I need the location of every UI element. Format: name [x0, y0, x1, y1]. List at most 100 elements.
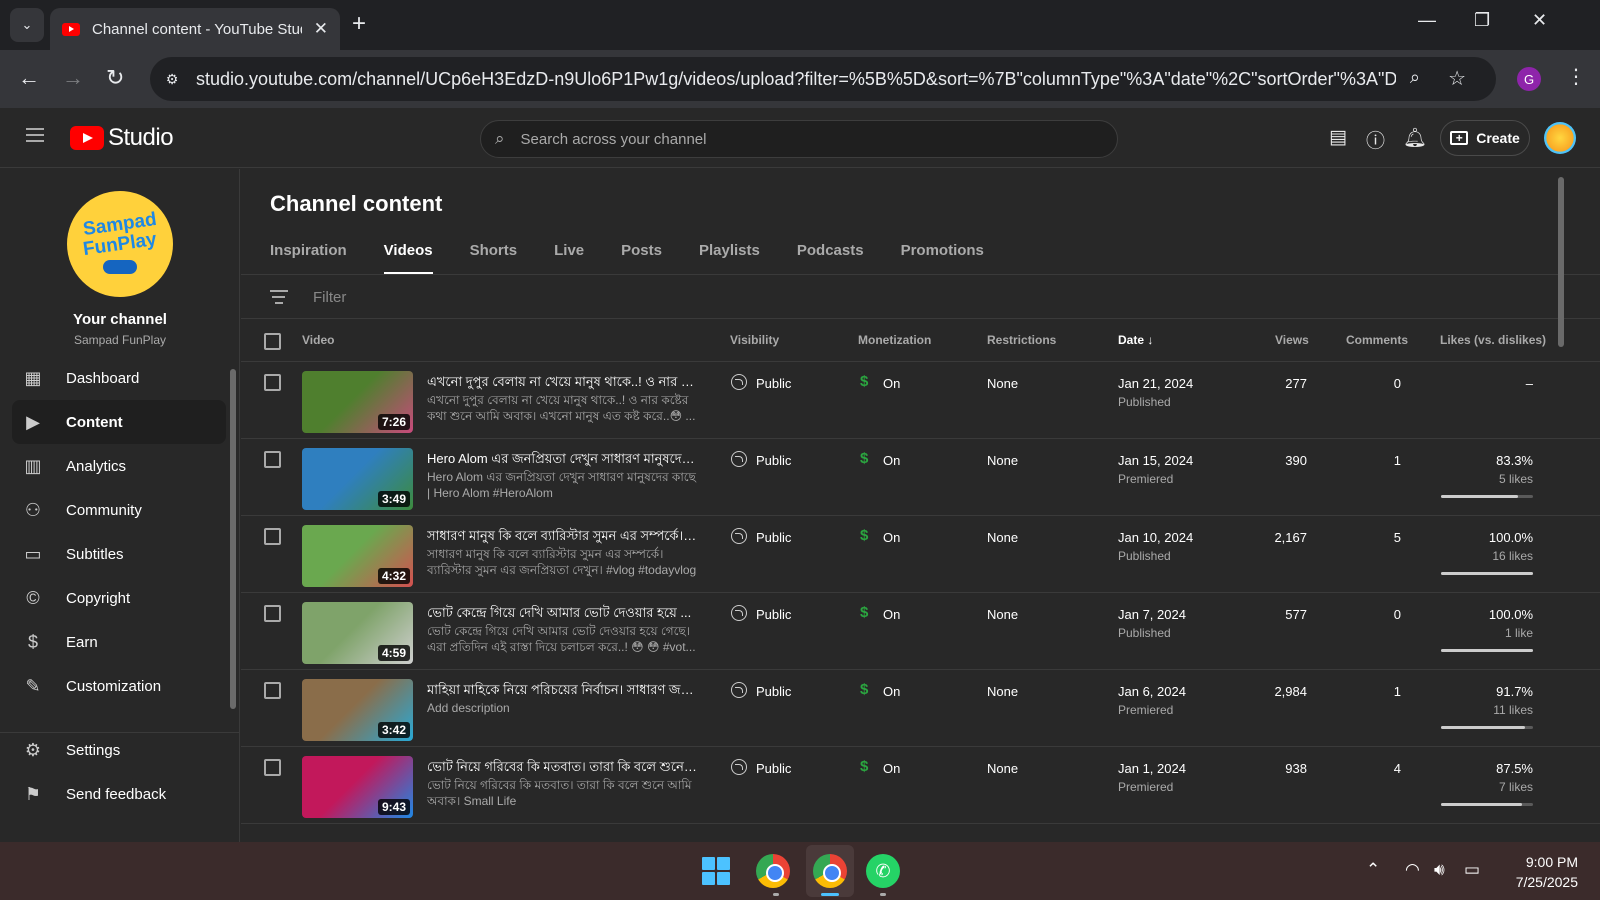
volume-icon[interactable]: 🔊︎	[1434, 860, 1445, 880]
sidebar-item-community[interactable]: ⚇ Community	[12, 488, 226, 532]
table-row[interactable]: 4:32 সাধারণ মানুষ কি বলে ব্যারিস্টার সুমন…	[241, 516, 1600, 593]
tab-videos[interactable]: Videos	[383, 235, 433, 275]
show-hidden-icons-chevron-icon[interactable]: ⌃	[1366, 860, 1380, 880]
studio-logo[interactable]: Studio	[70, 124, 174, 152]
video-thumbnail[interactable]: 7:26	[302, 371, 413, 433]
notifications-bell-icon[interactable]: 🔔︎	[1403, 126, 1427, 150]
sidebar-item-settings[interactable]: ⚙ Settings	[12, 728, 226, 772]
video-thumbnail[interactable]: 4:59	[302, 602, 413, 664]
monetization-value[interactable]: On	[883, 761, 900, 776]
row-checkbox[interactable]	[264, 605, 281, 622]
video-title[interactable]: ভোট নিয়ে গরিবের কি মতবাত। তারা কি বলে শ…	[427, 758, 697, 779]
new-tab-icon[interactable]: +	[352, 10, 366, 38]
video-thumbnail[interactable]: 3:49	[302, 448, 413, 510]
row-checkbox[interactable]	[264, 451, 281, 468]
filter-icon[interactable]	[270, 290, 288, 308]
column-restrictions[interactable]: Restrictions	[987, 333, 1056, 347]
account-avatar[interactable]	[1544, 122, 1576, 154]
tab-playlists[interactable]: Playlists	[699, 235, 760, 275]
column-likes[interactable]: Likes (vs. dislikes)	[1440, 333, 1546, 347]
address-bar[interactable]: ⚙ studio.youtube.com/channel/UCp6eH3EdzD…	[150, 57, 1496, 101]
sidebar-item-customization[interactable]: ✎ Customization	[12, 664, 226, 708]
monetization-value[interactable]: On	[883, 530, 900, 545]
tab-search-chevron-icon[interactable]: ⌄	[10, 8, 44, 42]
row-checkbox[interactable]	[264, 374, 281, 391]
wifi-icon[interactable]: ◠	[1405, 860, 1420, 880]
monetization-value[interactable]: On	[883, 453, 900, 468]
column-views[interactable]: Views	[1275, 333, 1309, 347]
visibility-value[interactable]: Public	[756, 607, 791, 622]
visibility-value[interactable]: Public	[756, 761, 791, 776]
row-checkbox[interactable]	[264, 759, 281, 776]
forward-icon[interactable]: →	[62, 65, 84, 91]
sidebar-item-copyright[interactable]: © Copyright	[12, 576, 226, 620]
video-title[interactable]: Hero Alom এর জনপ্রিয়তা দেখুন সাধারণ মান…	[427, 450, 697, 471]
comments-icon[interactable]: ▤	[1329, 126, 1347, 149]
visibility-value[interactable]: Public	[756, 376, 791, 391]
row-checkbox[interactable]	[264, 528, 281, 545]
chrome-profile-icon[interactable]	[813, 854, 847, 888]
tab-podcasts[interactable]: Podcasts	[797, 235, 864, 275]
sidebar-item-send-feedback[interactable]: ⚑ Send feedback	[12, 772, 226, 816]
sidebar-item-content[interactable]: ▶ Content	[12, 400, 226, 444]
minimize-icon[interactable]: —	[1418, 10, 1436, 31]
channel-search[interactable]: ⌕ Search across your channel	[480, 120, 1118, 158]
video-title[interactable]: ভোট কেন্দ্রে গিয়ে দেখি আমার ভোট দেওয়ার…	[427, 604, 697, 625]
visibility-value[interactable]: Public	[756, 530, 791, 545]
tab-shorts[interactable]: Shorts	[470, 235, 518, 275]
help-icon[interactable]: ⓘ	[1366, 126, 1385, 153]
url-text[interactable]: studio.youtube.com/channel/UCp6eH3EdzD-n…	[196, 69, 1396, 90]
monetization-value[interactable]: On	[883, 684, 900, 699]
browser-profile-avatar[interactable]: G	[1517, 67, 1541, 91]
sidebar-item-analytics[interactable]: ▥ Analytics	[12, 444, 226, 488]
tab-live[interactable]: Live	[554, 235, 584, 275]
reload-icon[interactable]: ↻	[106, 65, 124, 91]
battery-icon[interactable]: ▭	[1464, 860, 1480, 880]
monetization-value[interactable]: On	[883, 376, 900, 391]
windows-start-icon[interactable]	[702, 857, 730, 885]
row-checkbox[interactable]	[264, 682, 281, 699]
monetization-value[interactable]: On	[883, 607, 900, 622]
back-icon[interactable]: ←	[18, 65, 40, 91]
close-window-icon[interactable]: ✕	[1532, 10, 1547, 31]
system-clock[interactable]: 9:00 PM 7/25/2025	[1488, 852, 1578, 892]
sidebar-item-earn[interactable]: $ Earn	[12, 620, 226, 664]
table-row[interactable]: 4:59 ভোট কেন্দ্রে গিয়ে দেখি আমার ভোট দেও…	[241, 593, 1600, 670]
main-scrollbar[interactable]	[1558, 177, 1564, 347]
table-row[interactable]: 3:49 Hero Alom এর জনপ্রিয়তা দেখুন সাধারণ…	[241, 439, 1600, 516]
video-thumbnail[interactable]: 3:42	[302, 679, 413, 741]
video-thumbnail[interactable]: 9:43	[302, 756, 413, 818]
sidebar-scrollbar[interactable]	[230, 369, 236, 709]
whatsapp-icon[interactable]: ✆	[866, 854, 900, 888]
sidebar-item-dashboard[interactable]: ▦ Dashboard	[12, 356, 226, 400]
video-title[interactable]: এখনো দুপুর বেলায় না খেয়ে মানুষ থাকে..!…	[427, 373, 697, 394]
sidebar-item-subtitles[interactable]: ▭ Subtitles	[12, 532, 226, 576]
table-row[interactable]: 3:42 মাহিয়া মাহিকে নিয়ে পরিচয়ের নির্বা…	[241, 670, 1600, 747]
chrome-icon[interactable]	[756, 854, 790, 888]
close-tab-icon[interactable]: ✕	[314, 19, 328, 39]
browser-menu-icon[interactable]: ⋮	[1566, 64, 1586, 89]
table-row[interactable]: 9:43 ভোট নিয়ে গরিবের কি মতবাত। তারা কি ব…	[241, 747, 1600, 824]
browser-tab[interactable]: Channel content - YouTube Studio ✕	[50, 8, 340, 50]
tab-promotions[interactable]: Promotions	[901, 235, 984, 275]
visibility-value[interactable]: Public	[756, 684, 791, 699]
video-thumbnail[interactable]: 4:32	[302, 525, 413, 587]
menu-icon[interactable]	[26, 128, 44, 142]
column-date[interactable]: Date ↓	[1118, 333, 1153, 347]
create-button[interactable]: + Create	[1440, 120, 1530, 156]
column-visibility[interactable]: Visibility	[730, 333, 779, 347]
column-monetization[interactable]: Monetization	[858, 333, 931, 347]
your-channel-label[interactable]: Your channel	[0, 311, 240, 328]
video-title[interactable]: সাধারণ মানুষ কি বলে ব্যারিস্টার সুমন এর …	[427, 527, 697, 548]
video-title[interactable]: মাহিয়া মাহিকে নিয়ে পরিচয়ের নির্বাচন। …	[427, 681, 697, 702]
filter-input[interactable]: Filter	[313, 289, 346, 306]
zoom-icon[interactable]: ⌕	[1410, 67, 1420, 88]
visibility-value[interactable]: Public	[756, 453, 791, 468]
site-settings-icon[interactable]: ⚙	[158, 65, 186, 93]
tab-posts[interactable]: Posts	[621, 235, 662, 275]
select-all-checkbox[interactable]	[264, 333, 281, 350]
restore-icon[interactable]: ❐	[1474, 10, 1490, 31]
tab-inspiration[interactable]: Inspiration	[270, 235, 347, 275]
bookmark-star-icon[interactable]: ☆	[1448, 66, 1466, 91]
table-row[interactable]: 7:26 এখনো দুপুর বেলায় না খেয়ে মানুষ থাক…	[241, 362, 1600, 439]
